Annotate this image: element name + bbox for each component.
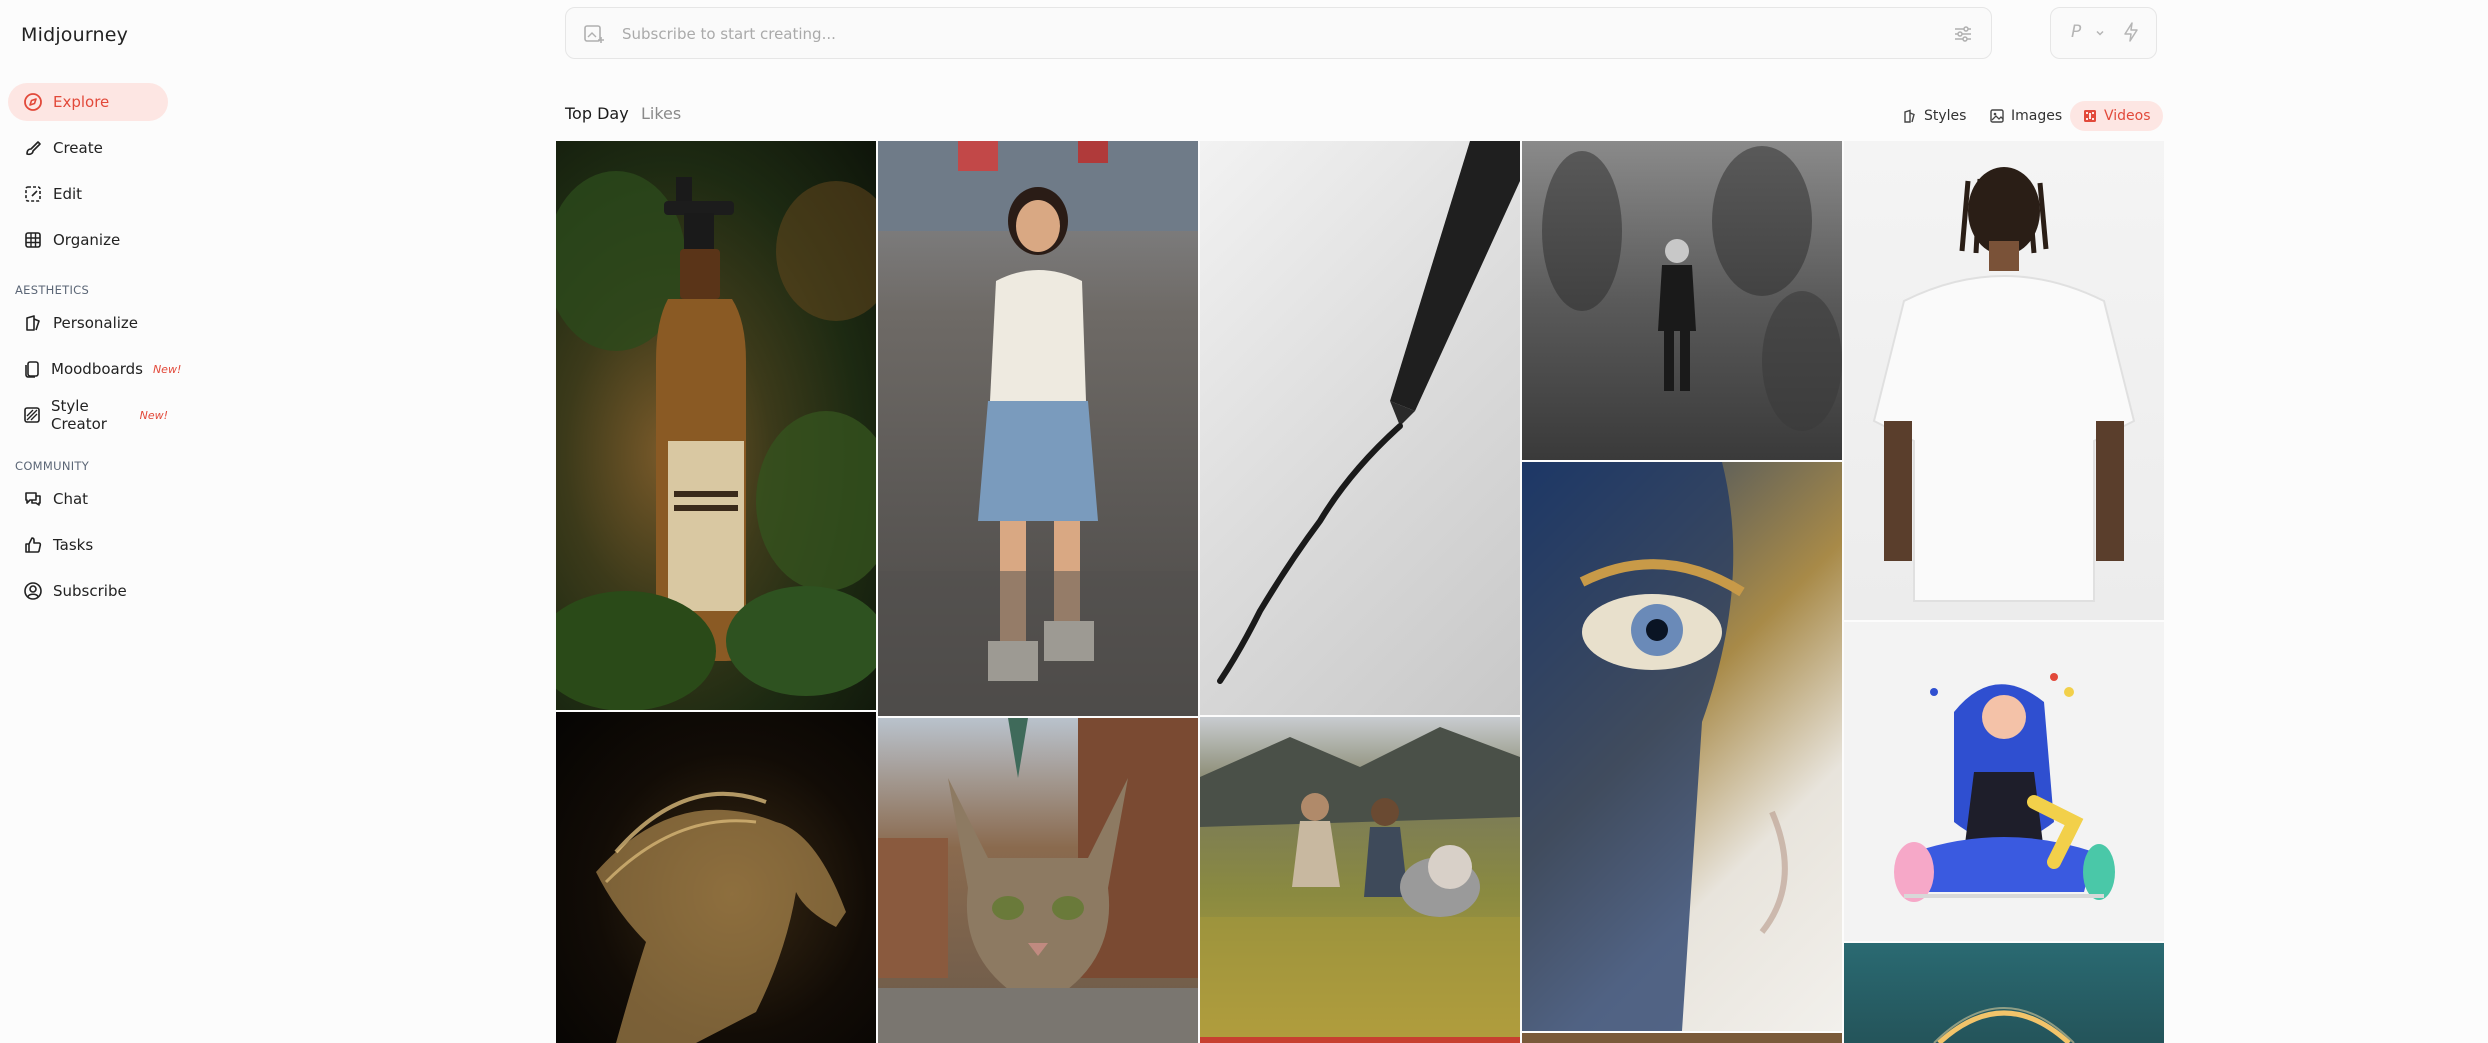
add-image-icon[interactable] [582,22,606,46]
gallery-image-shampoo-bottle[interactable] [556,141,876,710]
sidebar-item-label: Style Creator [51,397,107,433]
cat-illustration [878,718,1198,1043]
tshirt-back-illustration [1872,167,2136,602]
video-icon [2082,108,2098,124]
golden-horse-illustration [596,791,846,1043]
compass-icon [22,91,44,113]
tab-top-day[interactable]: Top Day [565,104,629,123]
sidebar-item-label: Explore [53,93,110,111]
sidebar-item-personalize[interactable]: Personalize [8,304,168,342]
new-badge: New! [139,408,168,422]
crowd-illustration [1542,146,1842,431]
sidebar-item-label: Chat [53,490,89,508]
edit-frame-icon [22,183,44,205]
sidebar-item-label: Organize [53,231,121,249]
sidebar-item-label: Create [53,139,103,157]
moodboard-icon [22,358,42,380]
gallery-image-roller-skater[interactable] [878,141,1198,716]
gallery-image-gold-blue-face[interactable] [1522,462,1842,1031]
sidebar-item-explore[interactable]: Explore [8,83,168,121]
section-label-aesthetics: AESTHETICS [15,283,90,297]
sidebar-item-create[interactable]: Create [8,129,168,167]
grid-icon [22,229,44,251]
filter-label: Videos [2104,108,2151,124]
glow-ring-illustration [1933,1007,2075,1043]
pen-illustration [1217,141,1520,684]
sidebar-item-label: Subscribe [53,582,127,600]
filter-videos[interactable]: Videos [2070,101,2163,131]
woman-meditating-illustration [1894,673,2115,902]
gallery-image-crowd-motion[interactable] [1522,141,1842,460]
personalize-icon [22,312,44,334]
gallery-image-pen-on-paper[interactable] [1200,141,1520,715]
brand-logo[interactable]: Midjourney [21,24,128,46]
sidebar-item-label: Personalize [53,314,139,332]
section-label-community: COMMUNITY [15,459,90,473]
brush-icon [22,137,44,159]
sidebar-item-label: Tasks [53,536,94,554]
lightning-icon[interactable] [2121,21,2141,47]
sidebar-item-moodboards[interactable]: Moodboards New! [8,350,181,388]
roller-skater-illustration [878,141,1198,716]
filter-label: Images [2011,108,2063,124]
shampoo-bottle-illustration [556,171,876,710]
sidebar-item-organize[interactable]: Organize [8,221,168,259]
sidebar-item-edit[interactable]: Edit [8,175,168,213]
prompt-bar [565,7,1992,59]
gallery-image-golden-horse[interactable] [556,712,876,1043]
mode-letter: P [2071,22,2082,42]
user-circle-icon [22,580,44,602]
new-badge: New! [152,362,182,376]
sidebar: Midjourney Explore Create Edit Organize … [0,0,190,1043]
settings-sliders-icon[interactable] [1951,22,1975,46]
styles-icon [1902,108,1918,124]
image-icon [1989,108,2005,124]
filter-images[interactable]: Images [1985,101,2070,131]
chevron-down-icon [2094,24,2106,43]
gallery-image-partial[interactable] [1522,1033,1842,1043]
sidebar-item-label: Moodboards [51,360,143,378]
children-dog-illustration [1200,727,1520,1037]
sidebar-item-style-creator[interactable]: Style Creator New! [8,396,168,434]
style-creator-icon [22,404,42,426]
sidebar-item-chat[interactable]: Chat [8,480,168,518]
sidebar-item-label: Edit [53,185,83,203]
filter-styles[interactable]: Styles [1898,101,1974,131]
thumbs-up-icon [22,534,44,556]
sidebar-item-tasks[interactable]: Tasks [8,526,168,564]
filter-label: Styles [1924,108,1967,124]
gallery-image-children-dog-field[interactable] [1200,717,1520,1037]
tab-likes[interactable]: Likes [641,104,681,123]
prompt-input[interactable] [620,18,1924,50]
sidebar-item-subscribe[interactable]: Subscribe [8,572,168,610]
face-illustration [1522,462,1788,1031]
mode-selector[interactable]: P [2050,7,2157,59]
gallery-image-illustration-woman[interactable] [1844,622,2164,941]
gallery-image-tshirt-back[interactable] [1844,141,2164,620]
chat-icon [22,488,44,510]
gallery-image-cat[interactable] [878,718,1198,1043]
gallery-image-teal-ring[interactable] [1844,943,2164,1043]
gallery-image-partial[interactable] [1200,1037,1520,1043]
